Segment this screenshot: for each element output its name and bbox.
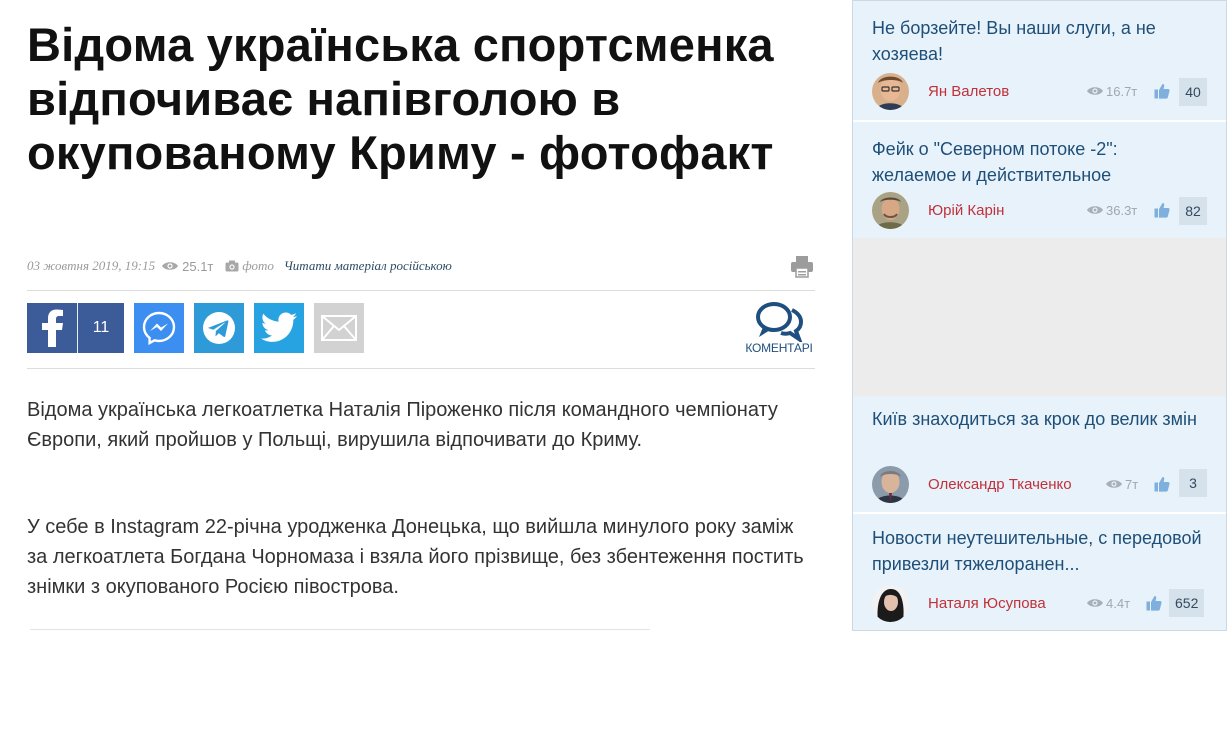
comments-label: КОМЕНТАРІ bbox=[745, 341, 813, 355]
read-in-russian-link[interactable]: Читати матеріал російською bbox=[284, 258, 452, 274]
email-share-button[interactable] bbox=[314, 303, 364, 353]
facebook-share-button[interactable]: 11 bbox=[27, 303, 124, 353]
camera-icon bbox=[225, 260, 239, 272]
photo-label: фото bbox=[242, 258, 274, 273]
view-count: 25.1т bbox=[182, 258, 214, 274]
blog-views: 7т bbox=[1125, 477, 1139, 492]
avatar[interactable] bbox=[872, 192, 909, 229]
blog-author[interactable]: Наталя Юсупова bbox=[928, 595, 1046, 612]
avatar[interactable] bbox=[872, 585, 909, 622]
telegram-icon bbox=[203, 312, 235, 344]
eye-icon bbox=[1106, 480, 1122, 488]
eye-icon bbox=[1087, 206, 1103, 214]
mail-icon bbox=[321, 315, 357, 341]
divider bbox=[27, 368, 815, 369]
facebook-icon bbox=[27, 303, 77, 353]
facebook-separator bbox=[77, 303, 78, 353]
comments-button[interactable]: КОМЕНТАРІ bbox=[741, 300, 817, 358]
thumbs-up-icon[interactable] bbox=[1154, 476, 1170, 492]
facebook-share-count: 11 bbox=[92, 319, 110, 336]
blog-views: 16.7т bbox=[1106, 84, 1138, 99]
blog-views: 36.3т bbox=[1106, 203, 1138, 218]
telegram-share-button[interactable] bbox=[194, 303, 244, 353]
blog-author[interactable]: Олександр Ткаченко bbox=[928, 476, 1072, 493]
eye-icon bbox=[1087, 87, 1103, 95]
article-paragraph: Відома українська легкоатлетка Наталія П… bbox=[27, 399, 778, 451]
blog-headline[interactable]: Новости неутешительные, с передовой прив… bbox=[872, 525, 1202, 577]
blog-likes: 82 bbox=[1179, 197, 1207, 225]
blog-card[interactable]: Фейк о "Северном потоке -2": желаемое и … bbox=[853, 122, 1226, 238]
blog-headline[interactable]: Не борзейте! Вы наши слуги, а не хозяева… bbox=[872, 15, 1202, 67]
blog-author[interactable]: Ян Валетов bbox=[928, 83, 1009, 100]
blog-likes: 40 bbox=[1179, 78, 1207, 106]
article-meta: 03 жовтня 2019, 19:15 25.1т фото Читати … bbox=[27, 256, 815, 276]
publish-date: 03 жовтня 2019, 19:15 bbox=[27, 258, 156, 273]
article-title: Відома українська спортсменка відпочиває… bbox=[27, 18, 774, 179]
blog-likes: 3 bbox=[1179, 469, 1207, 497]
blog-card[interactable]: Новости неутешительные, с передовой прив… bbox=[853, 514, 1226, 630]
thumbs-up-icon[interactable] bbox=[1154, 202, 1170, 218]
divider bbox=[27, 290, 815, 291]
thumbs-up-icon[interactable] bbox=[1154, 83, 1170, 99]
twitter-share-button[interactable] bbox=[254, 303, 304, 353]
blog-card[interactable]: Не борзейте! Вы наши слуги, а не хозяева… bbox=[853, 1, 1226, 120]
divider bbox=[30, 629, 650, 630]
twitter-icon bbox=[260, 312, 297, 342]
avatar[interactable] bbox=[872, 73, 909, 110]
article-paragraph: У себе в Instagram 22-річна уродженка До… bbox=[27, 516, 804, 598]
blog-author[interactable]: Юрій Карін bbox=[928, 202, 1004, 219]
blog-headline[interactable]: Київ знаходиться за крок до велик змін bbox=[872, 406, 1202, 432]
thumbs-up-icon[interactable] bbox=[1146, 595, 1162, 611]
blog-headline[interactable]: Фейк о "Северном потоке -2": желаемое и … bbox=[872, 136, 1202, 188]
blog-card[interactable]: Київ знаходиться за крок до велик змін О… bbox=[853, 396, 1226, 512]
ad-placeholder bbox=[853, 238, 1226, 396]
messenger-share-button[interactable] bbox=[134, 303, 184, 353]
avatar[interactable] bbox=[872, 466, 909, 503]
comments-icon bbox=[756, 302, 804, 342]
blog-views: 4.4т bbox=[1106, 596, 1131, 611]
share-bar: 11 bbox=[27, 303, 374, 353]
print-icon[interactable] bbox=[790, 254, 814, 278]
messenger-icon bbox=[142, 311, 176, 345]
eye-icon bbox=[162, 262, 179, 270]
eye-icon bbox=[1087, 599, 1103, 607]
blog-likes: 652 bbox=[1169, 589, 1205, 617]
blogs-sidebar: Не борзейте! Вы наши слуги, а не хозяева… bbox=[852, 0, 1227, 631]
